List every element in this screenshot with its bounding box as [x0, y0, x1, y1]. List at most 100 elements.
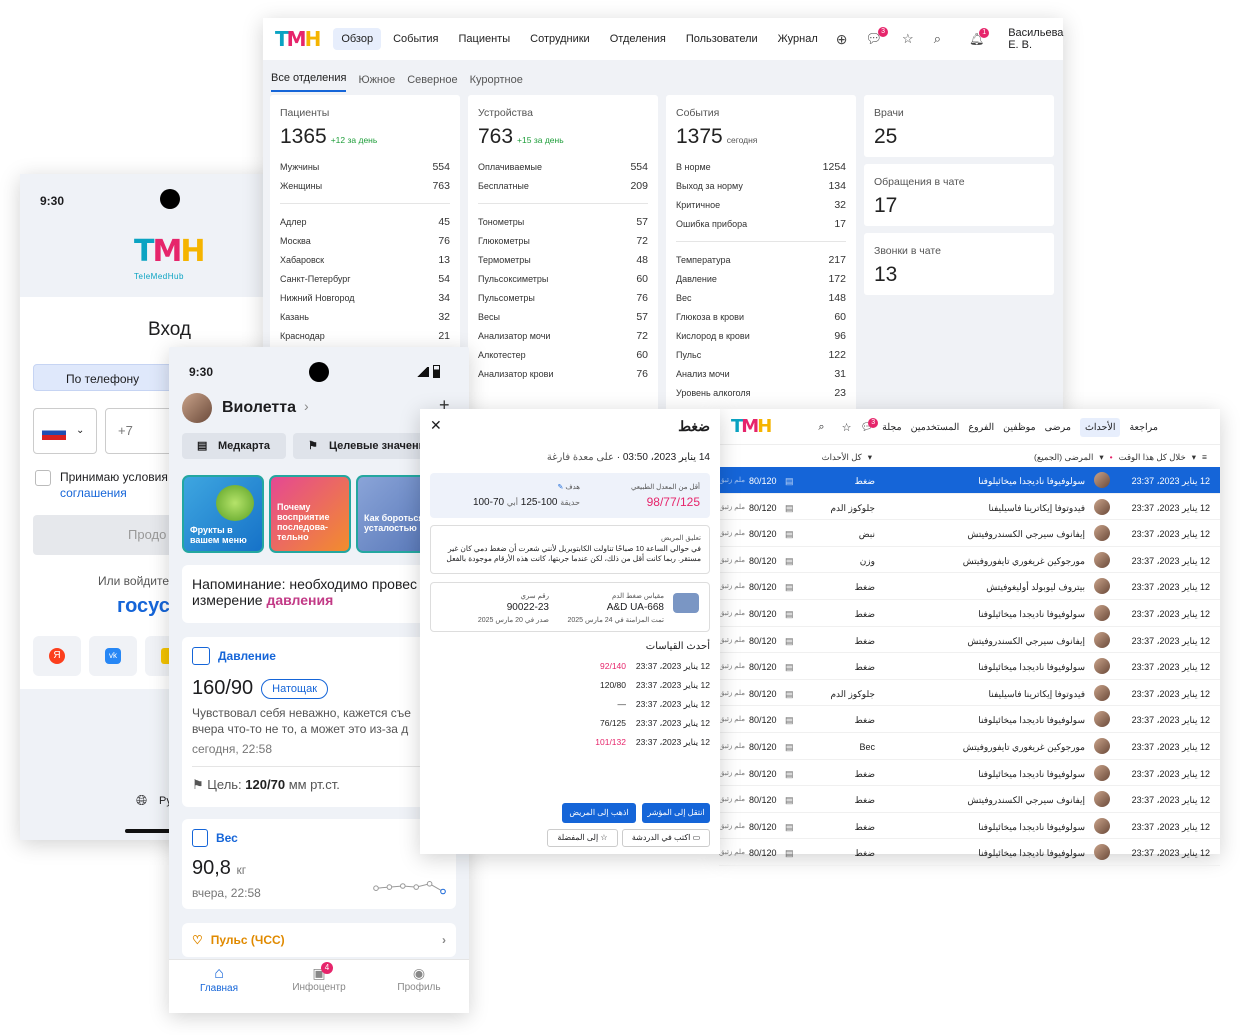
- chat-icon[interactable]: 💬︎ 3: [860, 417, 879, 433]
- measurement-row[interactable]: 12 يناير 2023، 23:37 —: [430, 699, 711, 715]
- events-filter[interactable]: كل الأحداث: [822, 452, 862, 463]
- patient-filter[interactable]: المرضى (الجميع): [1034, 452, 1093, 463]
- pressure-icon: [192, 647, 210, 665]
- nav-items: ⌕ ☆ 💬︎ 3 مجلة المستخدمين الفروع موظفين مر…: [719, 409, 1207, 445]
- vk-button[interactable]: vk: [89, 636, 137, 676]
- bell-icon[interactable]: 🔔︎ 1: [969, 28, 990, 46]
- add-icon[interactable]: ⊕: [836, 31, 848, 48]
- table-row[interactable]: 12 يناير 2023، 23:37 بيتروف ليوبولد أوليغ…: [719, 573, 1220, 600]
- tab-south[interactable]: Южное: [358, 74, 395, 92]
- nav-overview[interactable]: Обзор: [333, 28, 382, 50]
- agreement-link[interactable]: соглашения: [60, 486, 127, 500]
- table-row[interactable]: 12 يناير 2023، 23:37 إيفانوف سيرجي الكسند…: [719, 786, 1220, 813]
- table-row[interactable]: 12 يناير 2023، 23:37 سولوفيوفا ناديجدا مي…: [719, 839, 1220, 866]
- edit-icon[interactable]: ✎: [558, 484, 564, 491]
- yandex-button[interactable]: Я: [33, 636, 81, 676]
- stat-label: Выход за норму: [676, 180, 743, 191]
- table-row[interactable]: 12 يناير 2023، 23:37 مورجوكين غريغوري تاي…: [719, 547, 1220, 574]
- table-row[interactable]: 12 يناير 2023، 23:37 فيدوتوفا إيكاترينا ف…: [719, 494, 1220, 521]
- devices-card[interactable]: Устройства 763 +15 за день Оплачиваемые 55…: [468, 95, 658, 413]
- nav-departments[interactable]: Отделения: [602, 28, 674, 50]
- nav-patients[interactable]: Пациенты: [451, 28, 519, 50]
- go-patient-button[interactable]: اذهب إلى المريض: [562, 803, 636, 823]
- nav-journal[interactable]: Журнал: [770, 28, 826, 50]
- country-select[interactable]: ⌄: [33, 408, 97, 454]
- dot-icon: •: [1109, 452, 1113, 462]
- go-indicator-button[interactable]: انتقل إلى المؤشر: [642, 803, 710, 823]
- table-row[interactable]: 12 يناير 2023، 23:37 فيدوتوفا إيكاترينا ف…: [719, 680, 1220, 707]
- write-chat-button[interactable]: ▭ اكتب في الدردشة: [622, 829, 710, 847]
- table-row[interactable]: 12 يناير 2023، 23:37 سولوفيوفا ناديجدا مي…: [719, 706, 1220, 733]
- user-name[interactable]: Васильева Е. В.: [1008, 27, 1063, 51]
- table-row[interactable]: 12 يناير 2023، 23:37 سولوفيوفا ناديجدا مي…: [719, 467, 1220, 494]
- device-icon: ▤: [785, 768, 794, 779]
- story-card[interactable]: Почему восприятие последова-тельно: [269, 475, 351, 553]
- app-logo[interactable]: TMH: [275, 27, 321, 51]
- chevron-right-icon[interactable]: ›: [304, 398, 309, 414]
- tab-home[interactable]: ⌂ Главная: [169, 960, 269, 1013]
- measurement-row[interactable]: 12 يناير 2023، 23:37 120/80: [430, 680, 710, 696]
- tab-profile[interactable]: ◉ Профиль: [369, 960, 469, 1013]
- table-row[interactable]: 12 يناير 2023، 23:37 مورجوكين غريغوري تاي…: [719, 733, 1220, 760]
- doctors-card[interactable]: Врачи 25: [864, 95, 1054, 157]
- row-date: 12 يناير 2023، 23:37: [1131, 662, 1210, 673]
- globe-icon[interactable]: 🌐︎: [136, 792, 147, 809]
- measurement-row[interactable]: 12 يناير 2023، 23:37 101/132: [430, 737, 710, 753]
- time-filter[interactable]: خلال كل هذا الوقت: [1119, 452, 1186, 463]
- stat-value: 1254: [822, 160, 846, 173]
- pulse-card[interactable]: ♡ Пульс (ЧСС) ›: [182, 923, 456, 957]
- row-unit: ملم زئبق: [719, 503, 745, 511]
- weight-card[interactable]: Вес 90,8 кг вчера, 22:58: [182, 819, 456, 909]
- table-row[interactable]: 12 يناير 2023، 23:37 إيفانوف سيرجي الكسند…: [719, 627, 1220, 654]
- measurement-row[interactable]: 12 يناير 2023، 23:37 76/125: [430, 718, 710, 734]
- star-icon[interactable]: ☆: [902, 31, 914, 47]
- nav-events[interactable]: События: [385, 28, 446, 50]
- stat-value: 60: [834, 310, 846, 323]
- patient-avatar: [1094, 551, 1110, 568]
- close-icon[interactable]: ✕: [430, 417, 442, 434]
- star-icon[interactable]: ☆: [842, 421, 852, 434]
- nav-users[interactable]: المستخدمين: [911, 422, 960, 433]
- chat-requests-card[interactable]: Обращения в чате 17: [864, 164, 1054, 226]
- row-unit: ملم زئبق: [719, 769, 745, 777]
- weight-value: 90,8: [192, 857, 231, 879]
- table-row[interactable]: 12 يناير 2023، 23:37 سولوفيوفا ناديجدا مي…: [719, 653, 1220, 680]
- sort-icon[interactable]: ≡: [1202, 452, 1207, 462]
- user-avatar[interactable]: [182, 393, 212, 423]
- chat-calls-card[interactable]: Звонки в чате 13: [864, 233, 1054, 295]
- favorite-button[interactable]: ☆ إلى المفضلة: [547, 829, 618, 847]
- nav-journal[interactable]: مجلة: [882, 422, 901, 433]
- search-icon[interactable]: ⌕: [818, 421, 824, 434]
- nav-patients[interactable]: مرضى: [1045, 422, 1071, 433]
- table-row[interactable]: 12 يناير 2023، 23:37 سولوفيوفا ناديجدا مي…: [719, 813, 1220, 840]
- stat-value: 32: [834, 198, 846, 211]
- tab-all[interactable]: Все отделения: [271, 72, 347, 92]
- tab-label: Профиль: [397, 982, 441, 993]
- nav-events[interactable]: الأحداث: [1079, 417, 1121, 437]
- story-card[interactable]: Фрукты в вашем меню: [182, 475, 264, 553]
- tab-north[interactable]: Северное: [407, 74, 457, 92]
- nav-staff[interactable]: Сотрудники: [522, 28, 598, 50]
- card-rows: Температура 217 Давление 172 Вес 148 Глюкоза в…: [676, 250, 846, 402]
- table-row[interactable]: 12 يناير 2023، 23:37 سولوفيوفا ناديجدا مي…: [719, 600, 1220, 627]
- chat-icon[interactable]: 💬︎ 3: [866, 27, 889, 47]
- events-card[interactable]: События 1375 сегодня В норме 1254 Выход за …: [666, 95, 856, 413]
- tab-infocenter[interactable]: ▣ 4 Инфоцентр: [269, 960, 369, 1013]
- nav-overview[interactable]: مراجعة: [1129, 422, 1158, 433]
- tab-resort[interactable]: Курортное: [470, 74, 523, 92]
- row-patient: سولوفيوفا ناديجدا ميخائيلوفنا: [978, 662, 1085, 673]
- row-type: ضغط: [854, 582, 875, 593]
- medcard-button[interactable]: ▤ Медкарта: [182, 433, 286, 459]
- gosuslugi-logo[interactable]: госус: [117, 595, 170, 618]
- nav-branches[interactable]: الفروع: [968, 422, 994, 433]
- measurement-row[interactable]: 12 يناير 2023، 23:37 92/140: [430, 661, 710, 677]
- table-row[interactable]: 12 يناير 2023، 23:37 سولوفيوفا ناديجدا مي…: [719, 760, 1220, 787]
- patient-avatar: [1094, 658, 1110, 675]
- nav-users[interactable]: Пользователи: [678, 28, 766, 50]
- search-icon[interactable]: ⌕: [934, 31, 941, 47]
- nav-staff[interactable]: موظفين: [1003, 422, 1035, 433]
- accept-checkbox[interactable]: [35, 470, 51, 486]
- measure-date: 14 يناير 2023، 03:50: [622, 452, 710, 463]
- table-row[interactable]: 12 يناير 2023، 23:37 إيفانوف سيرجي الكسند…: [719, 520, 1220, 547]
- user-name[interactable]: Виолетта: [222, 399, 296, 417]
